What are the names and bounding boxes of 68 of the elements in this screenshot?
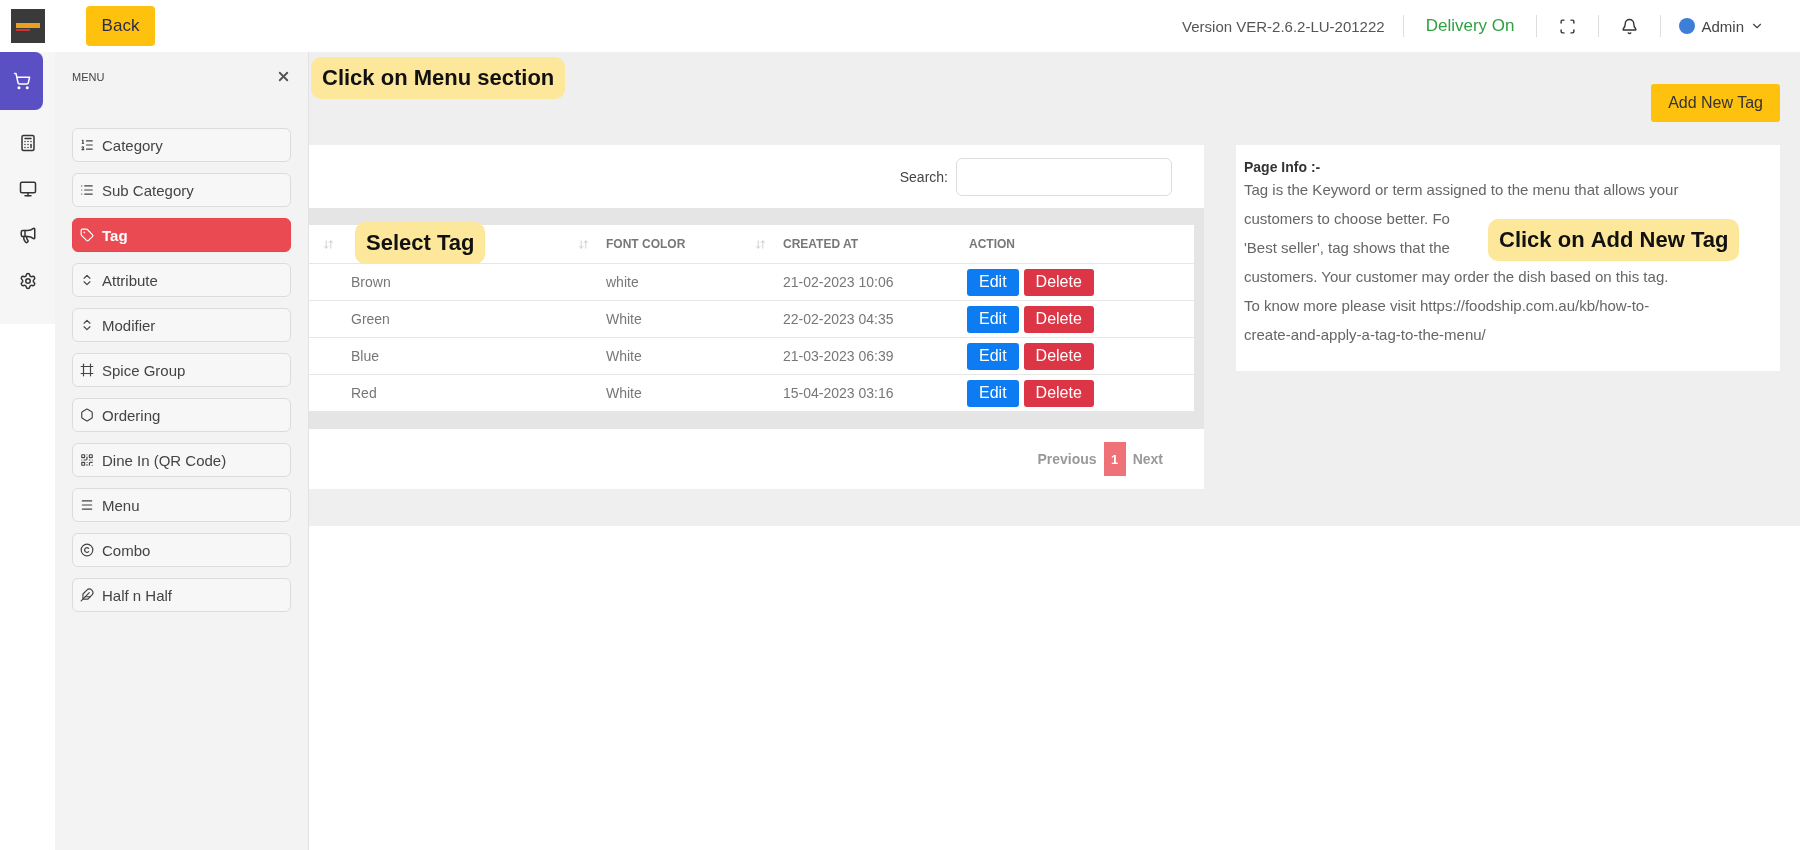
hint-callout: Click on Menu section [311, 57, 566, 99]
page-number[interactable]: 1 [1103, 442, 1126, 476]
combo-icon [80, 543, 94, 557]
table-cell-text: White [605, 348, 643, 364]
edit-button[interactable]: Edit [967, 379, 1019, 407]
menu-item[interactable]: Ordering [72, 398, 291, 432]
info-text: To know more please visit https://foodship.com.au/kb/how-to- [1244, 296, 1650, 316]
next-link[interactable]: Next [1125, 451, 1170, 467]
column-header[interactable]: FONT COLOR [606, 237, 686, 251]
tag-icon [80, 228, 94, 242]
qr-icon [80, 453, 94, 467]
table-cell-text: Red [350, 385, 378, 401]
table-cell-text: white [605, 274, 640, 290]
list-icon [80, 183, 94, 197]
info-title: Page Info :- [1244, 159, 1322, 175]
table-cell-text: White [605, 385, 643, 401]
drawer-title: MENU [72, 70, 105, 83]
info-text: create-and-apply-a-tag-to-the-menu/ [1244, 325, 1486, 345]
hint-callout: Click on Add New Tag [1488, 219, 1740, 261]
table-cell-text: Green [350, 311, 391, 327]
table-cell-text: White [605, 311, 643, 327]
menu-item[interactable]: Tag [72, 218, 291, 252]
hexagon-icon [80, 408, 94, 422]
menu-item[interactable]: Spice Group [72, 353, 291, 387]
edit-button[interactable]: Edit [967, 268, 1019, 296]
search-label: Search: [899, 168, 948, 185]
menu-item[interactable]: Half n Half [72, 578, 291, 612]
edit-button[interactable]: Edit [967, 305, 1019, 333]
list-ordered-icon [80, 138, 94, 152]
fullscreen-icon[interactable] [1559, 17, 1577, 35]
info-text: Tag is the Keyword or term assigned to the menu that allows your [1244, 180, 1679, 200]
previous-link[interactable]: Previous [1030, 451, 1104, 467]
menu-item[interactable]: Dine In (QR Code) [72, 443, 291, 477]
user-menu[interactable]: Admin [1661, 16, 1770, 36]
table-cell-text: 21-03-2023 06:39 [782, 348, 895, 364]
table-cell-text: 21-02-2023 10:06 [782, 274, 895, 290]
cart-icon[interactable] [0, 52, 43, 110]
menu-item[interactable]: Menu [72, 488, 291, 522]
hint-callout: Select Tag [355, 222, 486, 264]
menu-icon [80, 498, 94, 512]
table-cell-text: Blue [350, 348, 381, 364]
delete-button[interactable]: Delete [1023, 305, 1094, 333]
menu-item[interactable]: Attribute [72, 263, 291, 297]
info-text: customers to choose better. Fo [1244, 209, 1450, 229]
info-text: customers. Your customer may order the dish based on this tag. [1244, 267, 1669, 287]
search-field[interactable] [956, 157, 1172, 196]
menu-item[interactable]: Category [72, 128, 291, 162]
column-header[interactable]: CREATED AT [783, 237, 859, 251]
close-icon[interactable] [276, 69, 291, 84]
add-new-tag-button[interactable]: Add New Tag [1651, 84, 1780, 122]
logo-icon [10, 9, 45, 43]
menu-item[interactable]: Modifier [72, 308, 291, 342]
table-cell-text: Brown [350, 274, 392, 290]
menu-item[interactable]: Combo [72, 533, 291, 567]
back-button[interactable]: Back [86, 6, 155, 46]
delete-button[interactable]: Delete [1023, 268, 1094, 296]
edit-button[interactable]: Edit [967, 342, 1019, 370]
delivery-status: Delivery On [1424, 16, 1516, 36]
avatar-icon [1679, 18, 1696, 34]
delete-button[interactable]: Delete [1023, 342, 1094, 370]
bell-icon[interactable] [1621, 17, 1639, 35]
delete-button[interactable]: Delete [1023, 379, 1094, 407]
table-cell-text: 15-04-2023 03:16 [782, 385, 895, 401]
info-text: 'Best seller', tag shows that the [1244, 238, 1450, 258]
version-text: Version VER-2.6.2-LU-201222 [1182, 17, 1386, 35]
table-cell-text: 22-02-2023 04:35 [782, 311, 895, 327]
menu-item[interactable]: Sub Category [72, 173, 291, 207]
column-header[interactable]: ACTION [969, 237, 1015, 251]
